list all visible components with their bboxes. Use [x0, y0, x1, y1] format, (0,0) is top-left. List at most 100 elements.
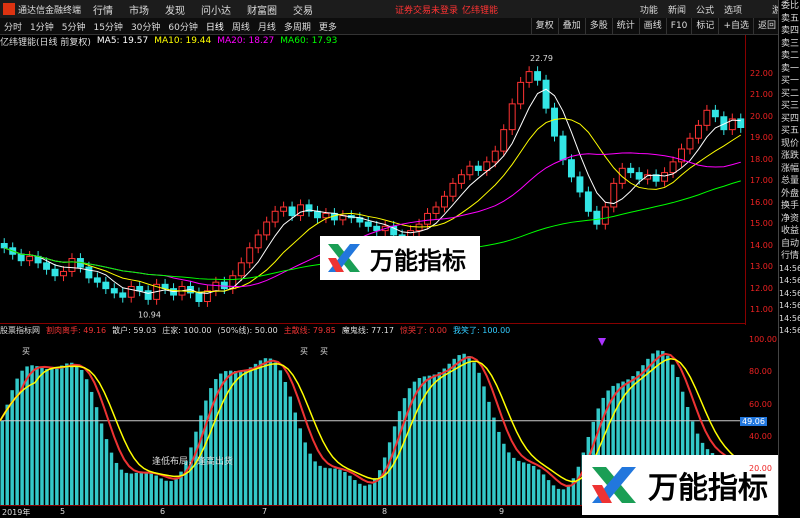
candle[interactable] [229, 270, 237, 294]
candle[interactable] [60, 266, 67, 282]
candle[interactable] [551, 102, 558, 142]
menu-options[interactable]: 选项 [724, 3, 742, 16]
indicator-bar [268, 358, 273, 506]
candle[interactable] [440, 190, 448, 213]
candle[interactable] [136, 281, 144, 297]
candle[interactable] [263, 216, 271, 241]
candle[interactable] [280, 201, 288, 217]
indicator-bar [392, 426, 397, 506]
candle[interactable] [593, 205, 601, 230]
candle[interactable] [584, 186, 592, 217]
candle[interactable] [610, 177, 618, 213]
menu-wealth[interactable]: 财富圈 [247, 2, 277, 17]
indicator-bar [144, 471, 148, 506]
candle[interactable] [711, 104, 719, 123]
menu-discover[interactable]: 发现 [165, 2, 185, 17]
back-button[interactable]: 返回 [752, 18, 780, 34]
candle[interactable] [432, 201, 440, 219]
candle[interactable] [195, 287, 203, 307]
candle[interactable] [51, 263, 59, 282]
candle[interactable] [322, 208, 330, 224]
menu-markets[interactable]: 市场 [129, 2, 149, 17]
candle[interactable] [627, 162, 635, 178]
draw-button[interactable]: 画线 [638, 18, 666, 34]
candle[interactable] [26, 251, 34, 267]
candle[interactable] [68, 253, 76, 277]
candle[interactable] [161, 278, 169, 294]
login-warning[interactable]: 证券交易未登录 [395, 3, 458, 16]
period-month[interactable]: 月线 [254, 20, 280, 33]
candle[interactable] [567, 154, 575, 183]
watermark-center: 万能指标 [320, 236, 480, 280]
trade-time: 14:56 [779, 301, 800, 310]
candle[interactable] [466, 160, 474, 181]
period-1min[interactable]: 1分钟 [26, 20, 58, 33]
candle[interactable] [737, 113, 745, 133]
period-60min[interactable]: 60分钟 [164, 20, 201, 33]
candle[interactable] [0, 238, 8, 254]
period-tick[interactable]: 分时 [0, 20, 26, 33]
overlay-button[interactable]: 叠加 [557, 18, 585, 34]
candle[interactable] [652, 169, 660, 187]
menu-market[interactable]: 行情 [93, 2, 113, 17]
candle[interactable] [601, 201, 609, 230]
period-30min[interactable]: 30分钟 [127, 20, 164, 33]
candle[interactable] [576, 171, 584, 198]
candle[interactable] [203, 285, 211, 307]
candle[interactable] [517, 77, 525, 110]
candle[interactable] [661, 167, 669, 187]
candle[interactable] [457, 169, 465, 189]
candle[interactable] [618, 162, 626, 189]
mark-button[interactable]: 标记 [691, 18, 718, 34]
candle[interactable] [364, 216, 372, 232]
stats-button[interactable]: 统计 [611, 18, 639, 34]
candle[interactable] [305, 199, 313, 217]
candlestick-chart[interactable]: 22.79 10.94 [0, 48, 745, 323]
candle[interactable] [110, 283, 118, 299]
candle[interactable] [339, 210, 347, 226]
quote-field-label[interactable]: 行情 [779, 250, 800, 263]
menu-formula[interactable]: 公式 [696, 3, 714, 16]
candle[interactable] [17, 248, 25, 267]
menu-news[interactable]: 新闻 [668, 3, 686, 16]
period-day[interactable]: 日线 [202, 20, 228, 33]
period-more[interactable]: 更多 [315, 20, 341, 33]
candle[interactable] [703, 104, 711, 131]
candle[interactable] [500, 124, 508, 157]
candle[interactable] [542, 74, 550, 114]
f10-button[interactable]: F10 [665, 18, 692, 34]
candle[interactable] [534, 66, 542, 86]
candle[interactable] [102, 276, 110, 294]
add-watchlist-button[interactable]: +自选 [718, 18, 753, 34]
candle[interactable] [254, 229, 262, 254]
candle[interactable] [694, 119, 702, 144]
candle[interactable] [474, 160, 482, 176]
quote-field-label: 外盘 [780, 188, 799, 199]
candle[interactable] [93, 272, 101, 288]
candle[interactable] [297, 199, 305, 221]
candle[interactable] [144, 285, 152, 305]
menu-ask[interactable]: 问小达 [201, 2, 231, 17]
adjust-button[interactable]: 复权 [530, 18, 558, 34]
multi-stock-button[interactable]: 多股 [584, 18, 612, 34]
quote-field-label[interactable]: 自动 [779, 238, 800, 251]
candle[interactable] [728, 113, 736, 136]
candle[interactable] [271, 205, 279, 228]
candle[interactable] [246, 242, 254, 269]
menu-function[interactable]: 功能 [640, 3, 658, 16]
period-15min[interactable]: 15分钟 [89, 20, 126, 33]
period-multi[interactable]: 多周期 [280, 20, 315, 33]
candle[interactable] [314, 205, 321, 224]
candle[interactable] [34, 251, 42, 269]
candle[interactable] [686, 132, 694, 155]
candle[interactable] [127, 281, 135, 303]
menu-trade[interactable]: 交易 [293, 2, 313, 17]
candle[interactable] [508, 98, 516, 136]
candle[interactable] [119, 287, 127, 303]
period-5min[interactable]: 5分钟 [58, 20, 90, 33]
period-week[interactable]: 周线 [228, 20, 254, 33]
candle[interactable] [449, 177, 457, 202]
candle[interactable] [525, 66, 533, 88]
candle[interactable] [491, 145, 499, 168]
candle[interactable] [678, 143, 685, 168]
